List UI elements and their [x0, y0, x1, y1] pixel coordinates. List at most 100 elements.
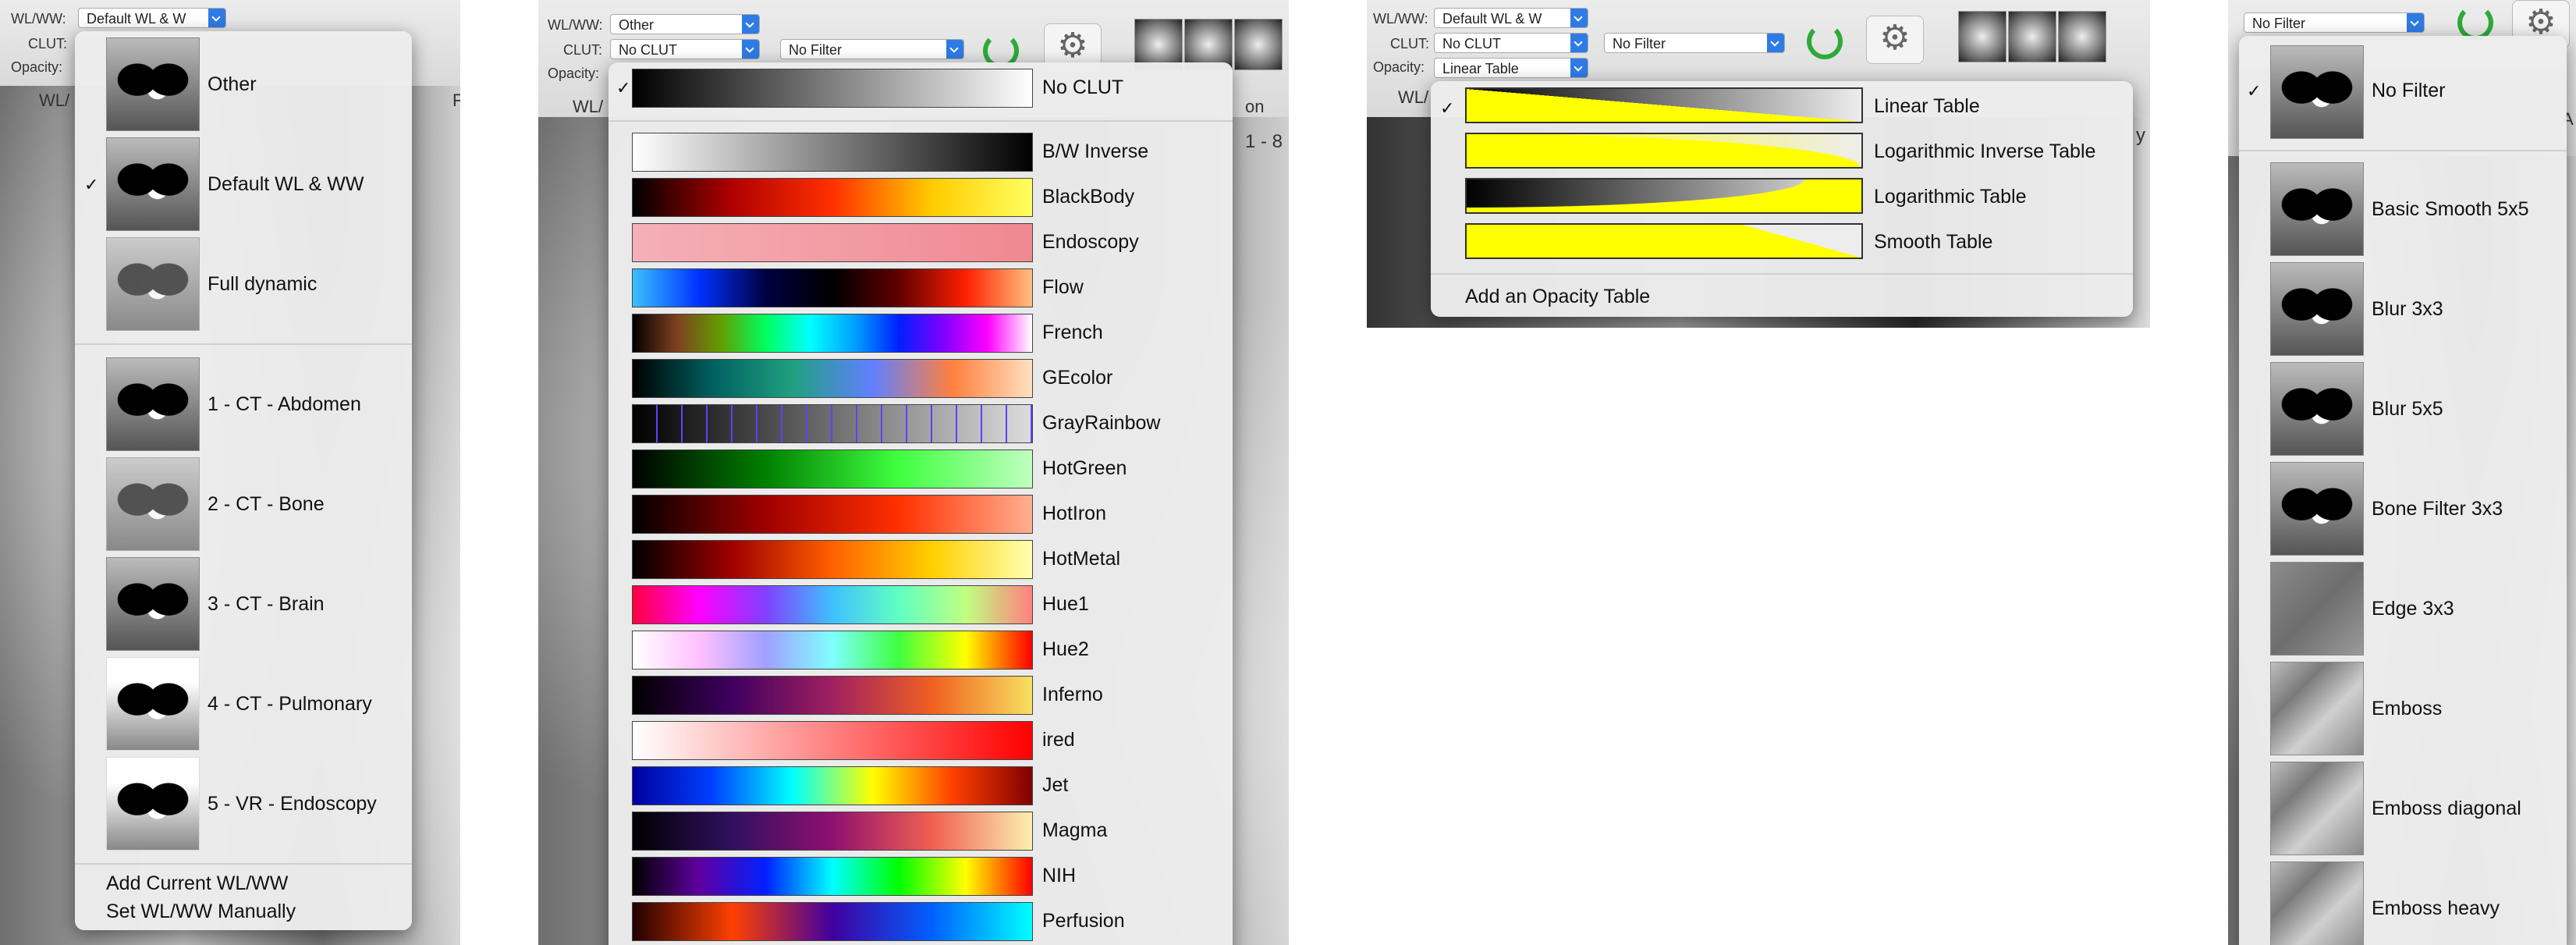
wlww-popup[interactable]: Default WL & W — [1434, 8, 1588, 28]
menu-item-emboss-diagonal[interactable]: Emboss diagonal — [2372, 798, 2521, 820]
menu-item-flow[interactable]: Flow — [1042, 276, 1084, 299]
menu-item-full-dynamic[interactable]: Full dynamic — [208, 273, 317, 296]
wlww-popup[interactable]: Other — [610, 14, 760, 34]
menu-item-ct-bone[interactable]: 2 - CT - Bone — [208, 493, 325, 516]
opacity-table-swatch — [1465, 87, 1863, 123]
menu-item-perfusion[interactable]: Perfusion — [1042, 910, 1125, 933]
menu-item-logarithmic-inverse-table[interactable]: Logarithmic Inverse Table — [1874, 140, 2095, 163]
menu-separator — [75, 863, 412, 865]
wl-tab-fragment: WL/ — [39, 91, 70, 110]
wlww-popup[interactable]: Default WL & W — [78, 8, 226, 28]
menu-item-gecolor[interactable]: GEcolor — [1042, 367, 1112, 389]
menu-item-blur-5x5[interactable]: Blur 5x5 — [2372, 398, 2443, 421]
menu-item-blackbody[interactable]: BlackBody — [1042, 186, 1134, 208]
menu-item-endoscopy[interactable]: Endoscopy — [1042, 231, 1139, 254]
menu-item-emboss[interactable]: Emboss — [2372, 698, 2442, 720]
menu-item-basic-smooth[interactable]: Basic Smooth 5x5 — [2372, 198, 2529, 221]
wl-tab-fragment: WL/ — [1398, 87, 1429, 107]
clut-popup[interactable]: No CLUT — [610, 39, 760, 59]
menu-item-hue2[interactable]: Hue2 — [1042, 638, 1089, 661]
clut-popup-value: No CLUT — [619, 42, 678, 58]
menu-item-hue1[interactable]: Hue1 — [1042, 593, 1089, 616]
wlww-label: WL/WW: — [1373, 11, 1428, 27]
series-number-fragment: 1 - 8 — [1245, 131, 1283, 152]
panel-wlww: WL/WW: CLUT: Opacity: Default WL & W WL/… — [0, 0, 460, 945]
clut-swatch — [632, 404, 1033, 443]
menu-item-smooth-table[interactable]: Smooth Table — [1874, 231, 1992, 254]
head-view-icon[interactable] — [2058, 11, 2106, 62]
preset-thumbnail — [106, 357, 200, 451]
menu-item-ired[interactable]: ired — [1042, 729, 1075, 751]
menu-item-bw-inverse[interactable]: B/W Inverse — [1042, 140, 1148, 163]
menu-item-default-wl-ww[interactable]: Default WL & WW — [208, 173, 364, 196]
head-view-icon[interactable] — [2008, 11, 2056, 62]
preset-thumbnail — [106, 457, 200, 551]
menu-item-ct-abdomen[interactable]: 1 - CT - Abdomen — [208, 393, 361, 416]
checkmark-icon: ✓ — [2247, 81, 2262, 101]
y-fragment: y — [2136, 125, 2145, 146]
filter-thumbnail — [2270, 562, 2364, 655]
opacity-table-swatch — [1465, 223, 1863, 259]
checkmark-icon: ✓ — [84, 175, 99, 194]
dropdown-arrow-icon — [1570, 9, 1588, 27]
menu-item-other[interactable]: Other — [208, 73, 257, 96]
menu-item-bone-filter[interactable]: Bone Filter 3x3 — [2372, 498, 2503, 520]
wlww-popup-value: Default WL & W — [87, 11, 186, 27]
menu-item-emboss-heavy[interactable]: Emboss heavy — [2372, 897, 2500, 920]
clut-swatch — [632, 268, 1033, 307]
menu-item-linear-table[interactable]: Linear Table — [1874, 95, 1980, 118]
head-view-icon[interactable] — [1958, 11, 2007, 62]
filter-popup[interactable]: No Filter — [780, 39, 964, 59]
clut-swatch — [632, 721, 1033, 760]
menu-item-vr-endoscopy[interactable]: 5 - VR - Endoscopy — [208, 793, 377, 815]
menu-item-hotmetal[interactable]: HotMetal — [1042, 548, 1120, 570]
menu-item-grayrainbow[interactable]: GrayRainbow — [1042, 412, 1160, 435]
panel-opacity: WL/WW: CLUT: Opacity: Default WL & W No … — [1367, 0, 2150, 328]
menu-item-hotiron[interactable]: HotIron — [1042, 503, 1106, 525]
menu-item-hotgreen[interactable]: HotGreen — [1042, 457, 1127, 480]
checkmark-icon: ✓ — [1440, 98, 1455, 118]
menu-separator — [2239, 150, 2567, 151]
menu-item-jet[interactable]: Jet — [1042, 774, 1068, 797]
menu-item-magma[interactable]: Magma — [1042, 819, 1107, 842]
menu-item-no-clut[interactable]: No CLUT — [1042, 76, 1123, 99]
menu-item-edge[interactable]: Edge 3x3 — [2372, 598, 2454, 620]
opacity-table-swatch — [1465, 133, 1863, 169]
clut-swatch — [632, 812, 1033, 851]
add-current-wlww-item[interactable]: Add Current WL/WW — [106, 872, 288, 895]
opacity-popup[interactable]: Linear Table — [1434, 58, 1588, 78]
menu-item-no-filter[interactable]: No Filter — [2372, 80, 2445, 102]
add-opacity-table-item[interactable]: Add an Opacity Table — [1465, 286, 1650, 308]
clut-popup[interactable]: No CLUT — [1434, 33, 1588, 53]
preset-thumbnail — [106, 37, 200, 131]
wl-tab-fragment: WL/ — [573, 97, 604, 116]
filter-thumbnail — [2270, 262, 2364, 356]
clut-swatch — [632, 359, 1033, 398]
menu-item-nih[interactable]: NIH — [1042, 865, 1076, 887]
wlww-label: WL/WW: — [548, 17, 603, 33]
wlww-popup-value: Other — [619, 17, 655, 33]
clut-swatch — [632, 631, 1033, 670]
gear-icon[interactable]: ⚙ — [1866, 16, 1924, 64]
menu-item-logarithmic-table[interactable]: Logarithmic Table — [1874, 186, 2026, 208]
head-view-icon[interactable] — [1234, 19, 1283, 70]
preset-thumbnail — [106, 137, 200, 231]
menu-item-french[interactable]: French — [1042, 322, 1103, 344]
filter-thumbnail — [2270, 762, 2364, 855]
clut-swatch — [632, 133, 1033, 172]
r-fragment: F — [452, 91, 460, 110]
menu-item-inferno[interactable]: Inferno — [1042, 684, 1103, 706]
filter-popup[interactable]: No Filter — [2244, 12, 2425, 33]
clut-label: CLUT: — [563, 42, 603, 58]
filter-popup[interactable]: No Filter — [1604, 33, 1785, 53]
dropdown-arrow-icon — [946, 40, 963, 59]
checkmark-icon: ✓ — [616, 78, 631, 98]
menu-item-blur-3x3[interactable]: Blur 3x3 — [2372, 298, 2443, 321]
on-fragment: on — [1245, 97, 1265, 116]
refresh-icon[interactable] — [1807, 23, 1843, 59]
set-wlww-manually-item[interactable]: Set WL/WW Manually — [106, 901, 296, 923]
panel-clut: WL/WW: CLUT: Opacity: Other No CLUT No F… — [538, 0, 1289, 945]
menu-item-ct-brain[interactable]: 3 - CT - Brain — [208, 593, 325, 616]
menu-item-ct-pulmonary[interactable]: 4 - CT - Pulmonary — [208, 693, 372, 716]
filter-popup-value: No Filter — [2252, 16, 2306, 31]
